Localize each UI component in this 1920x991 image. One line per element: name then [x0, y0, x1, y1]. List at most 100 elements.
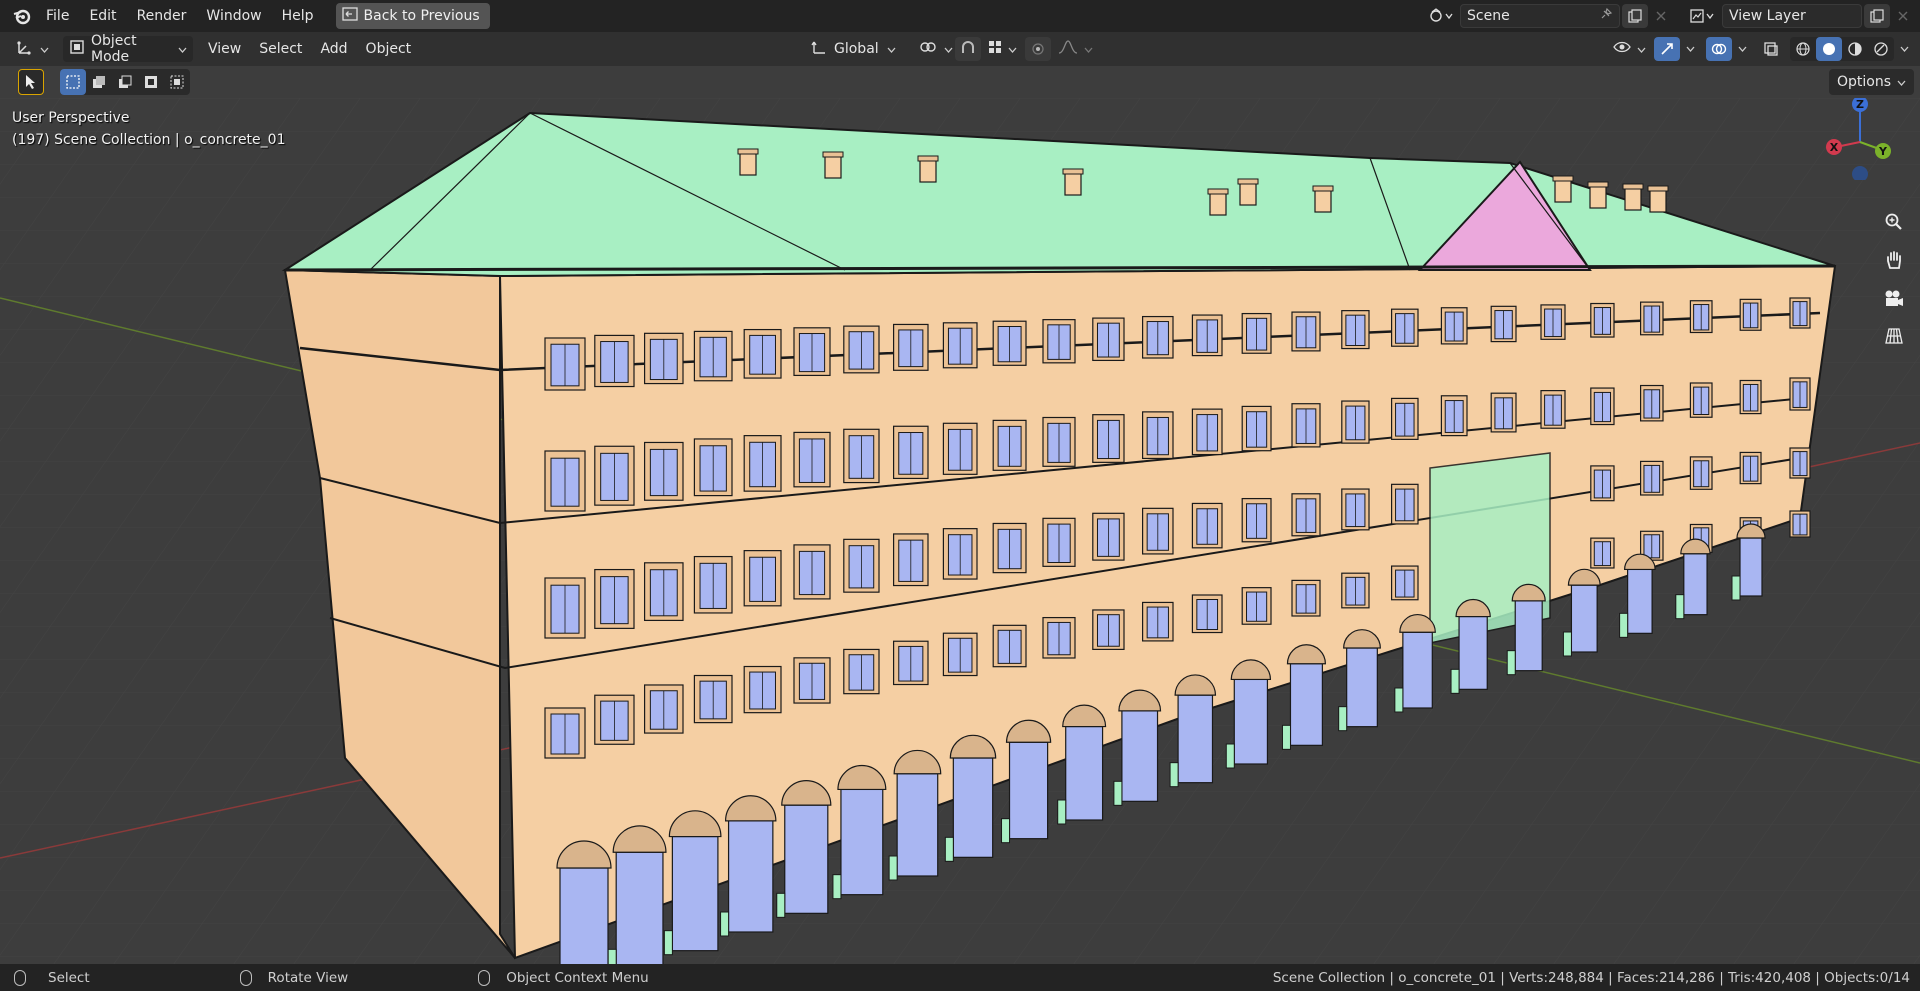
- arch-door: [896, 773, 939, 877]
- solid-shading-icon[interactable]: [1816, 37, 1842, 61]
- chimney-cap: [822, 151, 844, 158]
- menu-window[interactable]: Window: [196, 3, 271, 29]
- chimney-cap: [1237, 178, 1259, 185]
- overlays-toggle-icon[interactable]: [1706, 37, 1732, 61]
- view-layer-icon[interactable]: [1684, 4, 1720, 28]
- tool-settings-row: Options: [0, 66, 1920, 98]
- chimney-cap: [1552, 175, 1574, 182]
- perspective-grid-icon[interactable]: [1878, 320, 1910, 352]
- xray-toggle-icon[interactable]: [1758, 37, 1784, 61]
- scene-stats-text: Scene Collection | o_concrete_01 | Verts…: [1272, 969, 1910, 986]
- status-context-label: Object Context Menu: [506, 969, 649, 986]
- menu-add[interactable]: Add: [311, 36, 356, 62]
- top-right-controls: Scene View Layer: [1424, 0, 1920, 32]
- view-layer-field[interactable]: View Layer: [1722, 4, 1862, 28]
- viewport-shading-controls: [1607, 36, 1912, 62]
- orientation-label: Global: [834, 41, 879, 57]
- select-intersect-icon[interactable]: [164, 69, 190, 95]
- status-select: Select: [14, 969, 90, 986]
- camera-icon[interactable]: [1878, 282, 1910, 314]
- menu-file[interactable]: File: [36, 3, 79, 29]
- arch-pillar: [1450, 668, 1460, 694]
- pivot-point-dropdown[interactable]: [912, 36, 959, 62]
- arch-pillar: [1562, 631, 1572, 657]
- select-subtract-icon[interactable]: [112, 69, 138, 95]
- zoom-icon[interactable]: [1878, 206, 1910, 238]
- editor-type-dropdown[interactable]: [10, 36, 55, 62]
- chevron-down-icon: [944, 41, 953, 57]
- overlays-dropdown-chevron-icon[interactable]: [1734, 37, 1750, 61]
- scene-icon[interactable]: [1424, 4, 1458, 28]
- wireframe-shading-icon[interactable]: [1790, 37, 1816, 61]
- object-mode-label: Object Mode: [91, 33, 137, 65]
- collection-info-label: (197) Scene Collection | o_concrete_01: [12, 132, 286, 148]
- arch-pillar: [663, 930, 673, 956]
- back-to-previous-button[interactable]: Back to Previous: [335, 3, 490, 29]
- arch-pillar: [1731, 575, 1741, 601]
- arch-door: [559, 867, 609, 964]
- arch-pillar: [1057, 799, 1067, 825]
- gizmo-toggle-icon[interactable]: [1654, 37, 1680, 61]
- arch-door: [1683, 553, 1708, 616]
- snap-target-dropdown[interactable]: [982, 36, 1023, 62]
- new-view-layer-icon[interactable]: [1864, 4, 1890, 28]
- object-mode-dropdown[interactable]: Object Mode: [63, 33, 193, 65]
- select-new-icon[interactable]: [60, 69, 86, 95]
- close-scene-icon[interactable]: [1648, 4, 1674, 28]
- falloff-dropdown[interactable]: [1052, 36, 1099, 62]
- transform-orientation-dropdown[interactable]: Global: [804, 36, 902, 62]
- pin-icon[interactable]: [1599, 7, 1613, 25]
- status-bar: Select Rotate View Object Context Menu S…: [0, 964, 1920, 991]
- scene-name-field[interactable]: Scene: [1460, 4, 1620, 28]
- axes-icon: [16, 38, 34, 60]
- proportional-edit-icon[interactable]: [1025, 37, 1051, 61]
- navigation-gizmo[interactable]: Z X Y: [1820, 98, 1900, 182]
- 3d-viewport[interactable]: User Perspective (197) Scene Collection …: [0, 98, 1920, 964]
- chimney: [824, 155, 842, 179]
- select-tool-icon[interactable]: [18, 69, 44, 95]
- arch-pillar: [1001, 818, 1011, 844]
- menu-view[interactable]: View: [199, 36, 250, 62]
- chimney-cap: [1312, 185, 1334, 192]
- chevron-down-icon: [887, 41, 896, 57]
- hand-pan-icon[interactable]: [1878, 244, 1910, 276]
- menu-object[interactable]: Object: [357, 36, 421, 62]
- arch-pillar: [944, 836, 954, 862]
- arch-door: [1289, 663, 1323, 746]
- arch-door: [1121, 710, 1159, 802]
- blender-logo-icon[interactable]: [8, 2, 36, 30]
- chimney-cap: [1207, 188, 1229, 195]
- select-invert-icon[interactable]: [138, 69, 164, 95]
- select-extend-icon[interactable]: [86, 69, 112, 95]
- chevron-down-icon: [178, 41, 187, 57]
- gizmo-y-label: Y: [1878, 145, 1888, 158]
- new-scene-icon[interactable]: [1622, 4, 1648, 28]
- visibility-dropdown[interactable]: [1607, 36, 1652, 62]
- menu-help[interactable]: Help: [272, 3, 324, 29]
- arch-pillar: [776, 892, 786, 918]
- menu-select[interactable]: Select: [250, 36, 311, 62]
- arch-door: [671, 835, 719, 952]
- selection-mode-group: [60, 69, 190, 95]
- gizmo-dropdown-chevron-icon[interactable]: [1682, 37, 1698, 61]
- shading-dropdown-chevron-icon[interactable]: [1896, 37, 1912, 61]
- arch-door: [952, 757, 994, 858]
- arch-pillar: [1506, 650, 1516, 676]
- arch-door: [1177, 694, 1214, 784]
- menu-edit[interactable]: Edit: [79, 3, 126, 29]
- perspective-label: User Perspective: [12, 110, 130, 126]
- arch-door: [1458, 615, 1488, 690]
- menu-render[interactable]: Render: [127, 3, 197, 29]
- chimney-cap: [737, 148, 759, 155]
- rendered-shading-icon[interactable]: [1868, 37, 1894, 61]
- snap-toggle-icon[interactable]: [955, 37, 981, 61]
- options-dropdown[interactable]: Options: [1828, 69, 1914, 95]
- arch-door: [1233, 678, 1269, 765]
- chimney: [919, 159, 937, 183]
- gizmo-neg-z-circle: [1852, 166, 1868, 182]
- arch-door: [1514, 600, 1543, 672]
- material-shading-icon[interactable]: [1842, 37, 1868, 61]
- snap-grid-icon: [988, 40, 1002, 58]
- arch-door: [1008, 741, 1049, 840]
- close-view-layer-icon[interactable]: [1890, 4, 1916, 28]
